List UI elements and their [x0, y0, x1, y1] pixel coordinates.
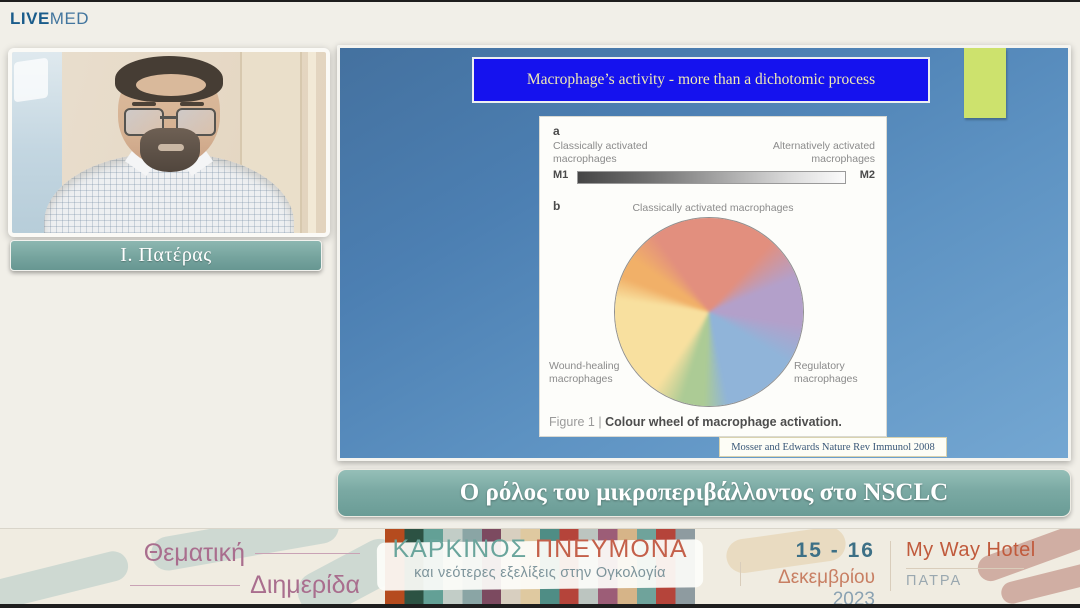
presentation-slide: Macrophage’s activity - more than a dich… [337, 45, 1071, 461]
speaker-person [12, 52, 326, 233]
panel-a-label: a [553, 124, 560, 138]
logo-med-text: MED [50, 9, 89, 28]
conference-subtitle: και νεότερες εξελίξεις στην Ογκολογία [385, 565, 695, 581]
colour-wheel-gradient [614, 217, 804, 407]
label-classically-activated-b: Classically activated macrophages [540, 202, 886, 215]
logo-live-text: LIVE [10, 9, 50, 28]
talk-topic-text: Ο ρόλος του μικροπεριβάλλοντος στο NSCLC [460, 479, 948, 507]
label-alternatively-activated: Alternatively activated macrophages [750, 140, 875, 166]
venue-name: My Way Hotel [906, 539, 1056, 562]
slide-title-bar: Macrophage’s activity - more than a dich… [472, 57, 930, 103]
venue-block: My Way Hotel ΠΑΤΡΑ [906, 539, 1056, 589]
slide-title-text: Macrophage’s activity - more than a dich… [499, 70, 903, 91]
speaker-forehead [136, 74, 206, 96]
citation-text: Mosser and Edwards Nature Rev Immunol 20… [731, 442, 935, 453]
speaker-head [118, 62, 220, 166]
event-details-block: 15 - 16 Δεκεμβρίου 2023 My Way Hotel ΠΑΤ… [730, 529, 1080, 605]
divider-line [906, 568, 1024, 569]
event-type-line1: Θεματική [144, 539, 245, 568]
macrophage-colour-wheel [614, 217, 804, 407]
glasses-bridge [160, 116, 178, 119]
livemed-logo: LIVEMED [10, 9, 89, 29]
label-classically-activated-a: Classically activated macrophages [553, 140, 663, 166]
webinar-screen: LIVEMED [0, 0, 1080, 608]
speaker-eyebrow-right [180, 102, 204, 106]
bottom-edge [0, 604, 1080, 608]
m1-m2-gradient-bar [577, 171, 846, 184]
speaker-video-feed [12, 52, 326, 233]
conference-logo-block: ΚΑΡΚΙΝΟΣ ΠΝΕΥΜΟΝΑ και νεότερες εξελίξεις… [385, 529, 695, 605]
figure-caption: Figure 1 | Colour wheel of macrophage ac… [549, 415, 842, 429]
label-m1: M1 [553, 169, 568, 181]
conference-footer: Θεματική Διημερίδα ΚΑΡΚΙΝΟΣ ΠΝΕΥΜΟΝΑ και… [0, 528, 1080, 605]
speaker-name-bar: Ι. Πατέρας [10, 240, 322, 271]
figure-box: a Classically activated macrophages Alte… [539, 116, 887, 437]
figure-caption-prefix: Figure 1 | [549, 415, 605, 429]
divider-line [890, 541, 891, 591]
speaker-mouth [158, 144, 184, 151]
venue-city: ΠΑΤΡΑ [906, 573, 1056, 589]
slide-highlight-note [964, 48, 1006, 118]
speaker-beard [140, 128, 200, 172]
conference-title: ΚΑΡΚΙΝΟΣ ΠΝΕΥΜΟΝΑ και νεότερες εξελίξεις… [385, 537, 695, 581]
figure-caption-title: Colour wheel of macrophage activation. [605, 415, 842, 429]
top-edge [0, 0, 1080, 2]
event-type-block: Θεματική Διημερίδα [40, 539, 360, 599]
label-wound-healing: Wound-healing macrophages [549, 360, 635, 386]
speaker-video-frame [8, 48, 330, 237]
label-m2: M2 [860, 169, 875, 181]
event-type-line2: Διημερίδα [250, 571, 360, 600]
speaker-name: Ι. Πατέρας [120, 244, 211, 267]
event-dates: 15 - 16 [735, 539, 875, 563]
speaker-eyebrow-left [132, 102, 156, 106]
event-year: 2023 [833, 589, 875, 605]
event-dates-block: 15 - 16 Δεκεμβρίου 2023 [735, 539, 875, 605]
event-month: Δεκεμβρίου [778, 567, 875, 588]
label-regulatory: Regulatory macrophages [794, 360, 880, 386]
conference-title-part1: ΚΑΡΚΙΝΟΣ [392, 535, 527, 563]
decorative-line [255, 553, 360, 554]
citation-box: Mosser and Edwards Nature Rev Immunol 20… [719, 437, 947, 457]
decorative-line [130, 585, 240, 586]
conference-title-part2: ΠΝΕΥΜΟΝΑ [527, 535, 687, 563]
talk-topic-banner: Ο ρόλος του μικροπεριβάλλοντος στο NSCLC [337, 469, 1071, 517]
